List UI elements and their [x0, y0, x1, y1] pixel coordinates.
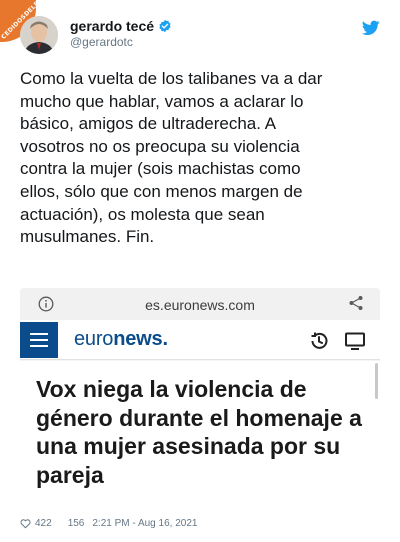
menu-icon-line	[30, 339, 48, 341]
avatar-image	[20, 16, 58, 54]
article-content: Vox niega la violencia de género durante…	[20, 361, 380, 502]
logo-bold: news	[113, 328, 163, 350]
menu-button[interactable]	[20, 322, 58, 358]
menu-icon-line	[30, 345, 48, 347]
url-text[interactable]: es.euronews.com	[20, 297, 380, 313]
logo-dot: .	[162, 328, 168, 350]
user-name[interactable]: gerardo tecé	[70, 18, 172, 34]
article-screenshot[interactable]: es.euronews.com euronews. Vox niega la v…	[20, 288, 380, 502]
tv-icon[interactable]	[344, 330, 366, 352]
user-handle[interactable]: @gerardotc	[70, 35, 133, 49]
scrollbar[interactable]	[375, 363, 378, 399]
tweet-footer: 422 156 2:21 PM - Aug 16, 2021	[20, 516, 197, 530]
logo-prefix: euro	[74, 328, 114, 350]
like-count: 422	[35, 517, 52, 529]
euronews-nav-bar: euronews.	[20, 320, 380, 360]
clock-icon[interactable]	[308, 330, 330, 352]
tweet-timestamp[interactable]: 2:21 PM - Aug 16, 2021	[92, 518, 197, 529]
browser-address-bar: es.euronews.com	[20, 288, 380, 320]
user-name-text: gerardo tecé	[70, 18, 155, 34]
twitter-bird-icon[interactable]	[362, 20, 380, 36]
retweet-count: 156	[67, 517, 85, 529]
tweet-text: Como la vuelta de los talibanes va a dar…	[20, 69, 323, 247]
tweet-header: gerardo tecé @gerardotc	[20, 16, 380, 56]
verified-icon	[159, 19, 171, 33]
avatar[interactable]	[20, 16, 58, 54]
article-headline[interactable]: Vox niega la violencia de género durante…	[36, 375, 366, 489]
share-icon[interactable]	[348, 295, 364, 311]
menu-icon	[30, 333, 48, 335]
heart-icon[interactable]	[20, 518, 31, 529]
euronews-logo[interactable]: euronews.	[74, 328, 168, 351]
